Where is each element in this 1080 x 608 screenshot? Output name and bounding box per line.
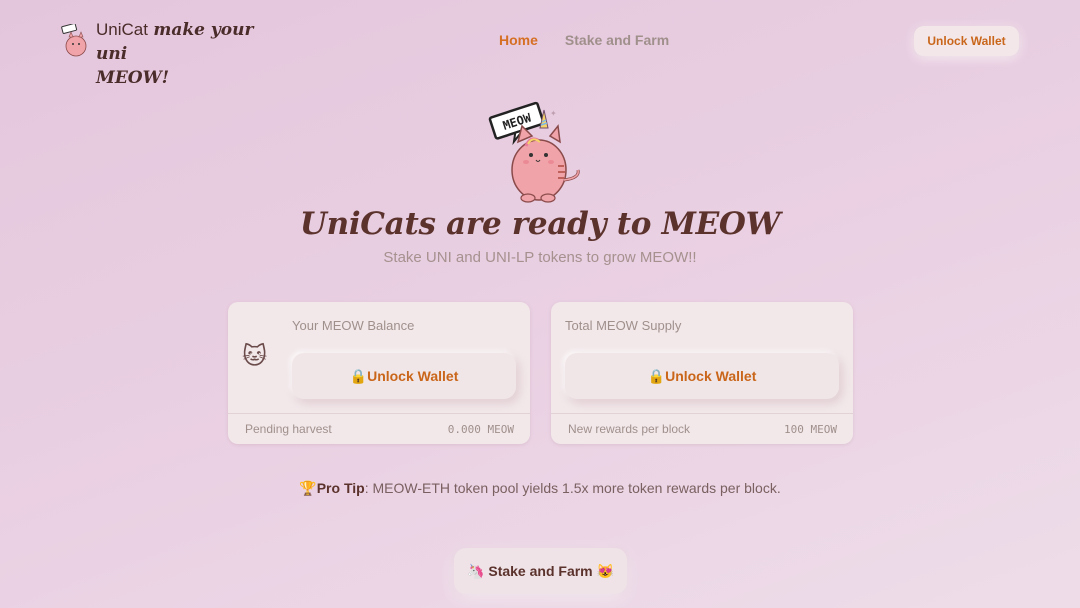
hero-title: UniCats are ready to MEOW <box>299 206 781 242</box>
nav-home[interactable]: Home <box>499 32 538 48</box>
pro-tip-title: Pro Tip <box>316 480 365 496</box>
pending-harvest-value: 0.000 MEOW <box>447 422 514 436</box>
nav-stake-and-farm[interactable]: Stake and Farm <box>565 32 669 48</box>
rewards-per-block-value: 100 MEOW <box>784 422 837 436</box>
supply-unlock-wallet-button[interactable]: 🔒Unlock Wallet <box>565 353 839 399</box>
unicat-mascot-icon: MEOW ✦ <box>488 101 580 203</box>
header-unlock-wallet-button[interactable]: Unlock Wallet <box>914 26 1019 56</box>
balance-unlock-wallet-button[interactable]: 🔒Unlock Wallet <box>292 353 516 399</box>
logo-text: UniCat make your uni MEOW! <box>96 18 276 90</box>
svg-text:✦: ✦ <box>550 109 557 118</box>
cat-face-icon: 🐱 <box>242 342 268 370</box>
lock-icon: 🔒 <box>349 367 368 384</box>
unicorn-icon: 🦄 <box>467 562 485 579</box>
stake-and-farm-button[interactable]: 🦄 Stake and Farm 😻 <box>454 548 627 594</box>
hero-subtitle: Stake UNI and UNI-LP tokens to grow MEOW… <box>383 249 697 266</box>
pending-harvest-label: Pending harvest <box>245 422 332 436</box>
heart-eyes-cat-icon: 😻 <box>596 562 614 579</box>
tagline-part2: MEOW! <box>96 68 170 88</box>
unicat-logo-icon <box>61 24 87 57</box>
pro-tip: 🏆Pro Tip: MEOW-ETH token pool yields 1.5… <box>0 480 1080 497</box>
rewards-per-block-label: New rewards per block <box>568 422 691 436</box>
supply-label: Total MEOW Supply <box>565 318 682 333</box>
balance-label: Your MEOW Balance <box>292 318 415 333</box>
lock-icon: 🔒 <box>647 367 666 384</box>
supply-unlock-wallet-label: Unlock Wallet <box>665 367 757 384</box>
meow-supply-card: Total MEOW Supply 🔒Unlock Wallet New rew… <box>551 302 853 444</box>
balance-unlock-wallet-label: Unlock Wallet <box>367 367 459 384</box>
pro-tip-text: : MEOW-ETH token pool yields 1.5x more t… <box>364 480 781 496</box>
brand-name: UniCat <box>96 20 148 39</box>
trophy-icon: 🏆 <box>299 480 317 496</box>
supply-card-footer: New rewards per block 100 MEOW <box>551 413 853 444</box>
balance-card-footer: Pending harvest 0.000 MEOW <box>228 413 530 444</box>
header: UniCat make your uni MEOW! Home Stake an… <box>0 0 1080 88</box>
meow-balance-card: 🐱 Your MEOW Balance 🔒Unlock Wallet Pendi… <box>228 302 530 444</box>
logo[interactable]: UniCat make your uni MEOW! <box>60 18 276 90</box>
stake-and-farm-label: Stake and Farm <box>488 562 593 579</box>
main-nav: Home Stake and Farm <box>499 32 669 48</box>
